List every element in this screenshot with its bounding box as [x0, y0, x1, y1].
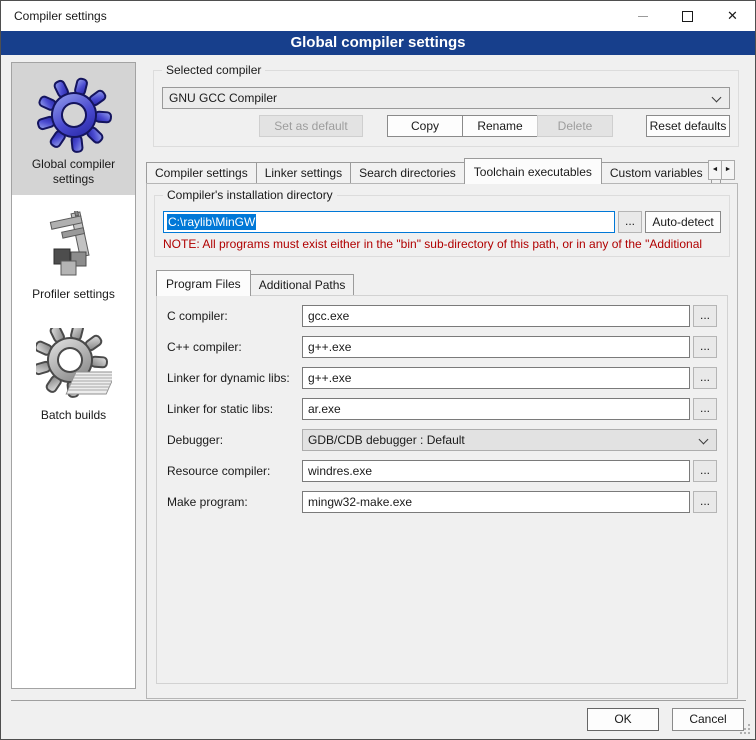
minimize-button: [620, 1, 665, 31]
sidebar-item-label: Profiler settings: [32, 287, 115, 301]
page-title: Global compiler settings: [1, 31, 755, 55]
maximize-icon: [682, 11, 693, 22]
resource-compiler-input[interactable]: windres.exe: [302, 460, 690, 482]
tab-scroll-right-icon[interactable]: ►: [721, 160, 735, 180]
c-compiler-input[interactable]: gcc.exe: [302, 305, 690, 327]
rename-button[interactable]: Rename: [462, 115, 538, 137]
tab-search-directories[interactable]: Search directories: [350, 162, 465, 183]
field-label: C++ compiler:: [167, 340, 302, 354]
field-row-cpp-compiler: C++ compiler: g++.exe ...: [167, 336, 717, 358]
ok-button[interactable]: OK: [587, 708, 659, 731]
gear-icon: [36, 77, 112, 153]
minimize-icon: [638, 16, 648, 17]
tab-custom-variables[interactable]: Custom variables: [601, 162, 712, 183]
selected-text: C:\raylib\MinGW: [167, 214, 256, 230]
cpp-compiler-input[interactable]: g++.exe: [302, 336, 690, 358]
auto-detect-button[interactable]: Auto-detect: [645, 211, 721, 233]
debugger-combobox-value: GDB/CDB debugger : Default: [308, 433, 465, 447]
browse-directory-button[interactable]: ...: [618, 211, 642, 233]
browse-button[interactable]: ...: [693, 367, 717, 389]
dialog-content: Global compiler settings Profiler settin…: [1, 55, 755, 739]
tab-additional-paths[interactable]: Additional Paths: [250, 274, 355, 295]
maximize-button[interactable]: [665, 1, 710, 31]
field-label: Linker for static libs:: [167, 402, 302, 416]
browse-button[interactable]: ...: [693, 398, 717, 420]
field-row-static-linker: Linker for static libs: ar.exe ...: [167, 398, 717, 420]
field-row-dynamic-linker: Linker for dynamic libs: g++.exe ...: [167, 367, 717, 389]
field-row-debugger: Debugger: GDB/CDB debugger : Default: [167, 429, 717, 451]
installation-directory-input[interactable]: C:\raylib\MinGW: [163, 211, 615, 233]
titlebar: Compiler settings ✕: [1, 1, 755, 31]
set-as-default-button: Set as default: [259, 115, 363, 137]
close-button[interactable]: ✕: [710, 1, 755, 31]
field-row-make-program: Make program: mingw32-make.exe ...: [167, 491, 717, 513]
compiler-settings-dialog: Compiler settings ✕ Global compiler sett…: [0, 0, 756, 740]
settings-category-list: Global compiler settings Profiler settin…: [11, 62, 136, 689]
tab-program-files[interactable]: Program Files: [156, 270, 251, 296]
group-label: Compiler's installation directory: [163, 188, 337, 203]
tab-toolchain-executables[interactable]: Toolchain executables: [464, 158, 602, 184]
field-label: Linker for dynamic libs:: [167, 371, 302, 385]
field-label: C compiler:: [167, 309, 302, 323]
batch-gear-icon: [36, 328, 112, 404]
program-files-tabstrip: Program Files Additional Paths: [156, 269, 730, 295]
compiler-combobox[interactable]: GNU GCC Compiler: [162, 87, 730, 109]
field-row-c-compiler: C compiler: gcc.exe ...: [167, 305, 717, 327]
field-row-resource-compiler: Resource compiler: windres.exe ...: [167, 460, 717, 482]
browse-button[interactable]: ...: [693, 491, 717, 513]
footer-buttons: OK Cancel: [587, 708, 744, 731]
window-title: Compiler settings: [1, 1, 620, 31]
field-label: Make program:: [167, 495, 302, 509]
field-label: Debugger:: [167, 433, 302, 447]
compiler-combobox-value: GNU GCC Compiler: [169, 91, 277, 105]
cancel-button[interactable]: Cancel: [672, 708, 744, 731]
tab-linker-settings[interactable]: Linker settings: [256, 162, 351, 183]
reset-defaults-button[interactable]: Reset defaults: [646, 115, 730, 137]
sidebar-item-batch-builds[interactable]: Batch builds: [12, 310, 135, 431]
tab-scroll-left-icon[interactable]: ◄: [708, 160, 722, 180]
debugger-combobox[interactable]: GDB/CDB debugger : Default: [302, 429, 717, 451]
sidebar-item-label: Global compiler settings: [32, 157, 115, 186]
field-label: Resource compiler:: [167, 464, 302, 478]
caliper-icon: [38, 211, 110, 283]
browse-button[interactable]: ...: [693, 305, 717, 327]
make-program-input[interactable]: mingw32-make.exe: [302, 491, 690, 513]
tab-compiler-settings[interactable]: Compiler settings: [146, 162, 257, 183]
close-icon: ✕: [727, 8, 738, 24]
main-panel: Selected compiler GNU GCC Compiler Set a…: [146, 61, 746, 699]
settings-tabstrip: Compiler settings Linker settings Search…: [146, 156, 746, 183]
dynamic-linker-input[interactable]: g++.exe: [302, 367, 690, 389]
footer-separator: [11, 700, 746, 701]
note-text: NOTE: All programs must exist either in …: [163, 237, 721, 251]
browse-button[interactable]: ...: [693, 460, 717, 482]
selected-compiler-group: Selected compiler GNU GCC Compiler Set a…: [153, 70, 739, 147]
sidebar-item-label: Batch builds: [41, 408, 106, 422]
installation-directory-group: Compiler's installation directory C:\ray…: [154, 195, 730, 257]
toolchain-executables-panel: Compiler's installation directory C:\ray…: [146, 183, 738, 699]
tab-scroll-buttons: ◄ ►: [709, 160, 735, 180]
static-linker-input[interactable]: ar.exe: [302, 398, 690, 420]
copy-button[interactable]: Copy: [387, 115, 463, 137]
program-files-panel: C compiler: gcc.exe ... C++ compiler: g+…: [156, 295, 728, 684]
sidebar-item-global-compiler-settings[interactable]: Global compiler settings: [12, 63, 135, 195]
sidebar-item-profiler-settings[interactable]: Profiler settings: [12, 195, 135, 310]
directory-row: C:\raylib\MinGW ... Auto-detect: [163, 211, 721, 233]
group-label: Selected compiler: [162, 63, 265, 78]
chevron-down-icon: [699, 435, 709, 445]
resize-grip[interactable]: [744, 728, 746, 730]
compiler-buttons-row: Set as default Copy Rename Delete Reset …: [162, 115, 730, 137]
delete-button: Delete: [537, 115, 613, 137]
browse-button[interactable]: ...: [693, 336, 717, 358]
chevron-down-icon: [712, 93, 722, 103]
